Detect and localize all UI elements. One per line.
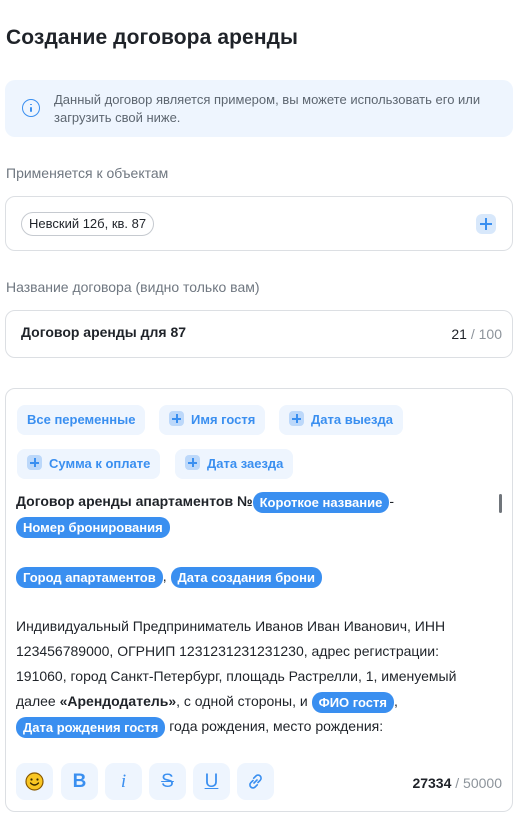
comma-separator: ,	[162, 568, 167, 584]
token-short-name[interactable]: Короткое название	[252, 491, 390, 513]
variable-checkout-date-button[interactable]: Дата выезда	[279, 405, 403, 435]
variable-amount-due-button[interactable]: Сумма к оплате	[17, 449, 161, 479]
info-text: Данный договор является примером, вы мож…	[54, 92, 481, 125]
token-booking-number[interactable]: Номер бронирования	[16, 516, 170, 538]
underline-icon: U	[204, 771, 219, 792]
token-city[interactable]: Город апартаментов	[16, 566, 163, 588]
link-button[interactable]	[237, 763, 274, 800]
italic-icon: i	[120, 771, 127, 792]
page-title: Создание договора аренды	[6, 26, 299, 49]
token-guest-fullname[interactable]: ФИО гостя	[311, 691, 394, 713]
italic-button[interactable]: i	[105, 763, 142, 800]
contract-name-input[interactable]	[21, 324, 421, 340]
landlord-term: «Арендодатель»	[59, 693, 177, 709]
variable-checkin-date-label: Дата заезда	[207, 456, 284, 471]
plus-icon	[289, 411, 304, 426]
contract-editor[interactable]: Все переменные Имя гостя Дата выезда Сум…	[5, 388, 513, 812]
contract-party-mid: , с одной стороны, и	[176, 693, 312, 709]
dash-separator: -	[389, 493, 395, 509]
variable-guest-name-button[interactable]: Имя гостя	[159, 405, 266, 435]
editor-scrollbar[interactable]	[499, 494, 502, 513]
token-guest-birthdate[interactable]: Дата рождения гостя	[16, 716, 166, 738]
variable-guest-name-label: Имя гостя	[191, 412, 256, 427]
info-icon	[22, 99, 40, 117]
variable-amount-due-label: Сумма к оплате	[49, 456, 151, 471]
contract-paragraph: Договор аренды апартаментов № Короткое на…	[16, 489, 486, 539]
contract-name-counter: 21 / 100	[451, 326, 502, 342]
plus-icon	[27, 455, 42, 470]
underline-button[interactable]: U	[193, 763, 230, 800]
editor-char-count: 27334	[412, 775, 452, 791]
emoji-icon	[25, 772, 44, 791]
editor-char-counter: 27334 / 50000	[412, 775, 502, 791]
info-banner: Данный договор является примером, вы мож…	[5, 80, 513, 137]
contract-name-field[interactable]: 21 / 100	[5, 310, 513, 358]
object-chip[interactable]: Невский 12б, кв. 87	[21, 212, 155, 236]
contract-name-count: 21	[451, 326, 467, 342]
variable-all-label: Все переменные	[27, 412, 136, 427]
bold-icon: B	[72, 771, 87, 792]
token-booking-date[interactable]: Дата создания брони	[170, 566, 322, 588]
contract-paragraph: Индивидуальный Предприниматель Иванов Ив…	[16, 614, 486, 739]
add-object-plus-icon[interactable]	[476, 214, 496, 234]
comma-separator: ,	[393, 693, 398, 709]
editor-char-max: / 50000	[455, 775, 502, 791]
strikethrough-button[interactable]: S	[149, 763, 186, 800]
contract-name-label: Название договора (видно только вам)	[6, 279, 260, 295]
contract-paragraph: Город апартаментов, Дата создания брони	[16, 564, 486, 589]
plus-icon	[185, 455, 200, 470]
contract-party-end: года рождения, место рождения:	[165, 718, 384, 734]
variable-all-button[interactable]: Все переменные	[17, 405, 146, 435]
objects-label: Применяется к объектам	[6, 165, 169, 181]
contract-text[interactable]: Договор аренды апартаментов № Короткое на…	[16, 489, 486, 747]
link-icon	[249, 774, 262, 789]
bold-button[interactable]: B	[61, 763, 98, 800]
emoji-button[interactable]	[16, 763, 53, 800]
objects-field[interactable]: Невский 12б, кв. 87	[5, 196, 513, 251]
strikethrough-icon: S	[161, 771, 174, 792]
contract-heading: Договор аренды апартаментов №	[16, 493, 253, 509]
contract-name-max: / 100	[470, 326, 502, 342]
plus-icon	[169, 411, 184, 426]
variable-checkout-date-label: Дата выезда	[311, 412, 393, 427]
variable-checkin-date-button[interactable]: Дата заезда	[175, 449, 294, 479]
